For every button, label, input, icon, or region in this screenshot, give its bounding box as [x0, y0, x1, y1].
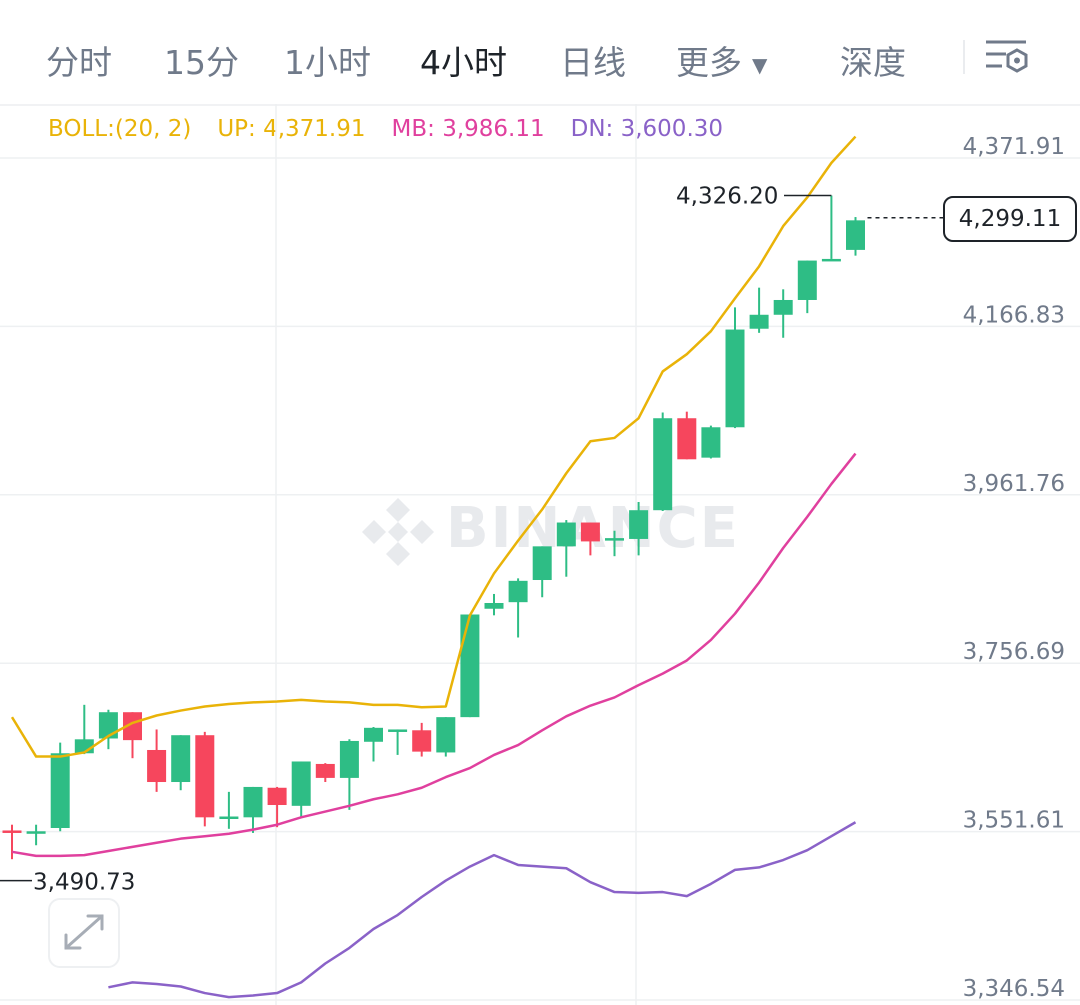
candlestick-chart[interactable]: 4,371.91 4,166.83 3,961.76 3,756.69 3,551.61… — [0, 0, 1080, 1005]
candle-body — [484, 602, 504, 609]
candle-body — [580, 522, 600, 542]
candle-body — [677, 418, 697, 460]
candle-body — [364, 727, 383, 742]
y-tick-label: 4,371.91 — [963, 134, 1065, 160]
candle-body — [2, 830, 22, 833]
candle-body — [701, 427, 721, 458]
y-tick-label: 3,756.69 — [963, 639, 1065, 665]
y-tick-label: 3,961.76 — [963, 471, 1065, 497]
candle-body — [846, 220, 865, 250]
candle-body — [147, 749, 167, 783]
y-tick-label: 3,346.54 — [963, 976, 1065, 1002]
expand-button[interactable] — [48, 898, 120, 968]
y-tick-label: 3,551.61 — [963, 808, 1065, 834]
candle-body — [556, 522, 576, 547]
candle-body — [797, 260, 817, 300]
boll-mb-line — [11, 452, 857, 858]
y-tick-label: 4,166.83 — [963, 302, 1065, 328]
candle-body — [412, 730, 432, 752]
candle-body — [436, 717, 456, 753]
candle-body — [243, 786, 263, 818]
candle-body — [773, 299, 793, 315]
candle-body — [821, 258, 841, 262]
last-price-tag: 4,299.11 — [943, 196, 1077, 242]
low-price-label: 3,490.73 — [33, 870, 135, 896]
expand-arrows-icon — [64, 914, 104, 950]
high-price-label: 4,326.20 — [676, 184, 778, 210]
candle-body — [219, 816, 239, 820]
boll-dn-line — [108, 821, 857, 999]
candle-body — [50, 753, 70, 828]
candle-body — [98, 712, 118, 739]
candle-body — [267, 787, 287, 806]
candle-body — [725, 329, 745, 428]
candle-body — [339, 740, 359, 778]
candle-body — [26, 831, 46, 834]
candle-body — [629, 510, 649, 539]
candle-body — [605, 538, 624, 541]
candle-body — [460, 614, 480, 718]
candle-body — [291, 761, 311, 806]
candle-body — [508, 580, 528, 603]
candle-body — [315, 763, 335, 778]
candle-body — [532, 546, 552, 581]
candle-body — [749, 314, 769, 329]
candle-body — [653, 418, 673, 511]
candle-body — [171, 735, 191, 783]
candle-body — [388, 729, 408, 732]
candle-body — [195, 735, 215, 818]
